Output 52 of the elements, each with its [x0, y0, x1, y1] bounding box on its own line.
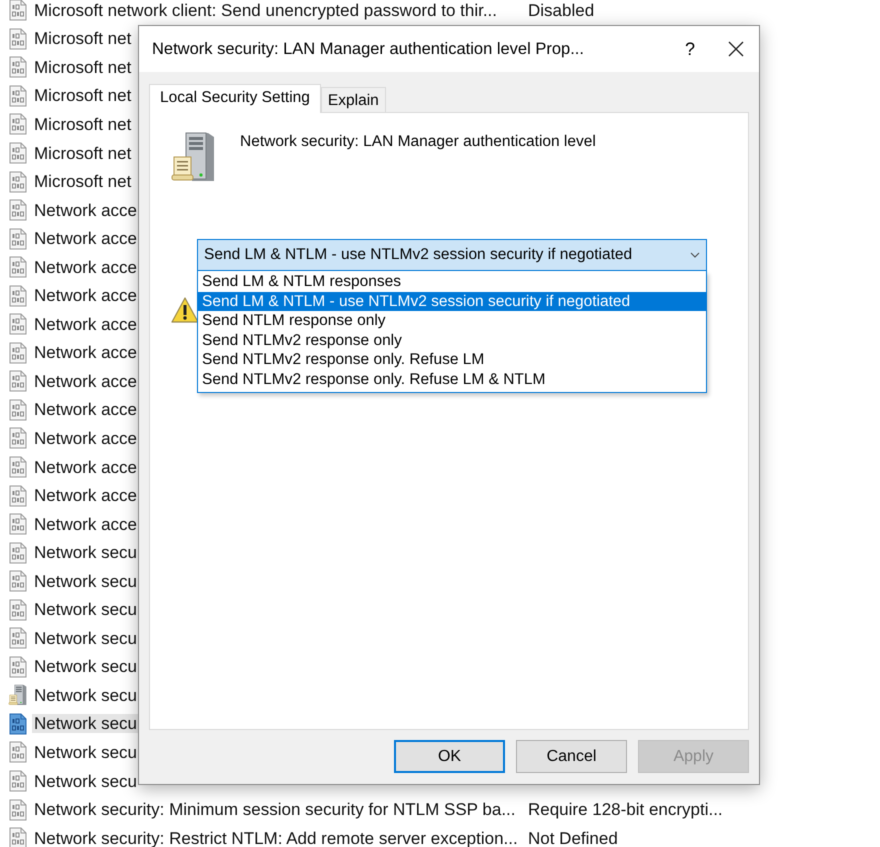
document-icon — [8, 170, 28, 193]
dropdown-option[interactable]: Send NTLMv2 response only — [198, 330, 706, 350]
policy-setting: Not Defined — [528, 830, 618, 847]
document-icon — [8, 741, 28, 764]
document-icon — [8, 770, 28, 792]
document-icon — [8, 398, 28, 421]
dialog-button[interactable]: OK — [394, 740, 505, 773]
tab[interactable]: Local Security Setting — [149, 84, 321, 113]
document-icon — [8, 28, 28, 50]
dialog-button[interactable]: Cancel — [516, 740, 627, 773]
policy-name[interactable]: Microsoft network client: Send unencrypted password to thir... — [32, 0, 520, 20]
close-icon — [728, 41, 744, 57]
dropdown-option[interactable]: Send LM & NTLM - use NTLMv2 session security if negotiated — [198, 292, 706, 311]
document-icon — [8, 627, 28, 650]
document-icon — [8, 56, 28, 78]
document-icon — [8, 256, 28, 278]
window-title: Network security: LAN Manager authentication level Prop... — [152, 40, 585, 58]
chevron-icon — [690, 252, 700, 258]
document-icon — [8, 0, 28, 22]
policy-heading: Network security: LAN Manager authentication level — [240, 133, 596, 151]
dropdown-option[interactable]: Send NTLMv2 response only. Refuse LM — [198, 350, 706, 370]
dropdown-option[interactable]: Send NTLMv2 response only. Refuse LM & NTLM — [198, 370, 706, 389]
document-icon — [8, 113, 28, 136]
document-icon — [8, 142, 28, 164]
document-icon — [8, 598, 28, 621]
document-icon — [8, 313, 28, 336]
policy-setting: Require 128-bit encrypti... — [528, 801, 723, 818]
document-icon — [8, 570, 28, 592]
document-icon — [8, 798, 28, 821]
policy-name[interactable]: Network security: Minimum session security for NTLM SSP ba... — [32, 800, 520, 820]
policy-setting: Disabled — [528, 2, 594, 19]
document-icon — [8, 542, 28, 564]
dropdown[interactable]: Send LM & NTLM - use NTLMv2 session security if negotiated — [197, 239, 707, 271]
dropdown-option[interactable]: Send LM & NTLM responses — [198, 272, 706, 292]
help-button[interactable]: ? — [667, 26, 713, 72]
document-icon — [8, 342, 28, 364]
server-icon — [8, 684, 28, 706]
policy-name[interactable]: Network security: Restrict NTLM: Add remote server exception... — [32, 828, 520, 847]
document-icon — [8, 84, 28, 107]
document-icon — [8, 370, 28, 392]
document-icon — [8, 827, 28, 847]
dropdown-option[interactable]: Send NTLM response only — [198, 311, 706, 330]
document-icon — [8, 427, 28, 450]
document-icon — [8, 484, 28, 507]
document-icon — [8, 284, 28, 307]
document-icon — [8, 513, 28, 536]
document-icon — [8, 456, 28, 478]
tab[interactable]: Explain — [320, 87, 386, 112]
document-icon — [8, 228, 28, 250]
document-icon — [8, 712, 28, 735]
document-icon — [8, 656, 28, 678]
document-icon — [8, 199, 28, 222]
